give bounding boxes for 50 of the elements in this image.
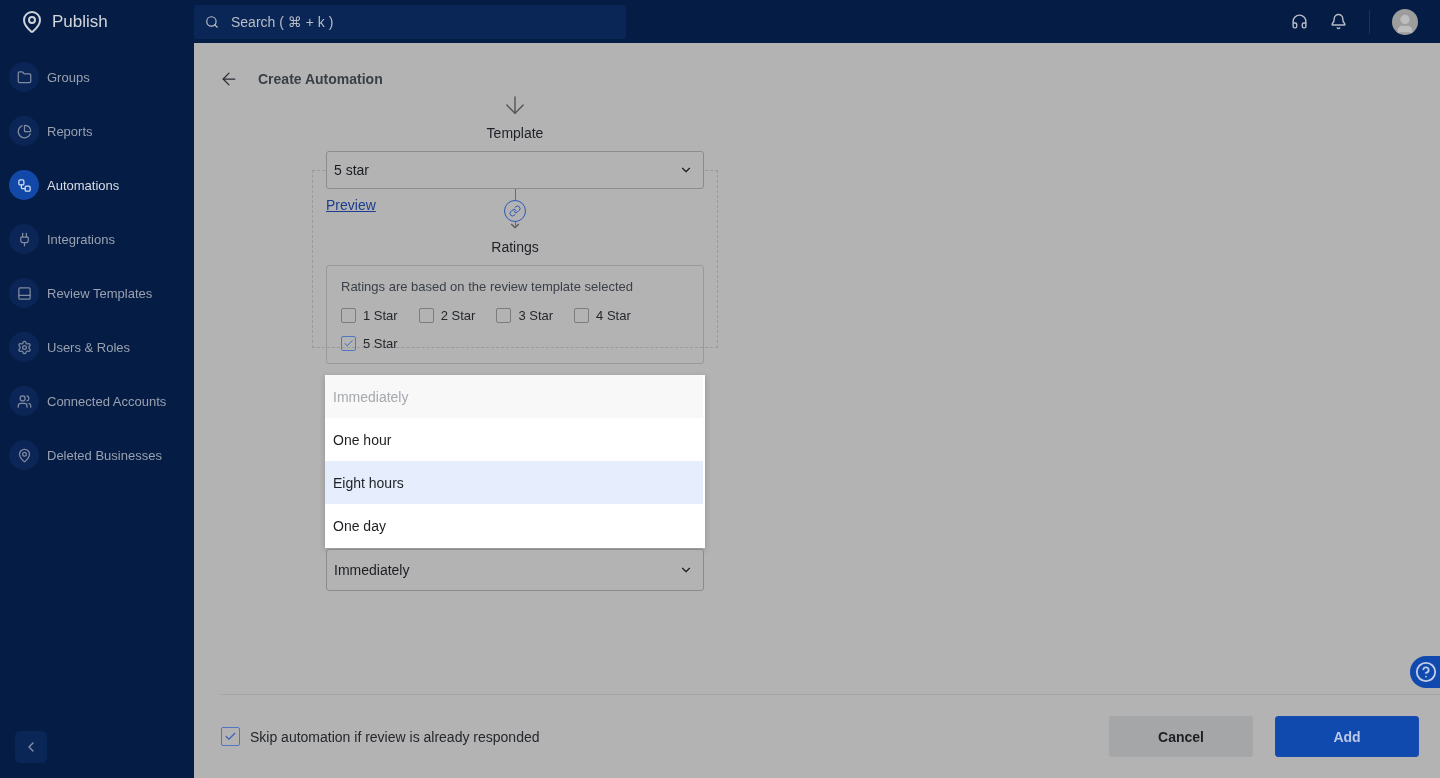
rating-checkbox[interactable]: 1 Star xyxy=(341,308,398,323)
template-select[interactable]: 5 star xyxy=(326,151,704,189)
sidebar-item[interactable]: Review Templates xyxy=(9,278,185,308)
headset-icon[interactable] xyxy=(1291,13,1308,30)
ratings-hint: Ratings are based on the review template selected xyxy=(341,279,634,294)
workflow-icon xyxy=(16,177,32,193)
rating-checkbox[interactable]: 3 Star xyxy=(496,308,554,323)
sidebar-item[interactable]: Groups xyxy=(9,62,185,92)
preview-link[interactable]: Preview xyxy=(326,197,376,213)
sidebar-item[interactable]: Reports xyxy=(9,116,185,146)
check-icon xyxy=(224,730,237,743)
timing-select[interactable]: Immediately xyxy=(326,549,704,591)
sidebar-label: Automations xyxy=(47,177,120,193)
sidebar-label: Users & Roles xyxy=(47,339,131,355)
users-icon xyxy=(16,393,32,409)
page-title: Create Automation xyxy=(258,71,383,87)
sidebar-label: Review Templates xyxy=(47,285,153,301)
sidebar-label: Groups xyxy=(47,69,90,85)
logo-icon xyxy=(20,9,44,34)
panel-icon xyxy=(16,285,32,301)
skip-checkbox[interactable] xyxy=(221,727,240,746)
avatar[interactable] xyxy=(1392,8,1418,35)
rating-checkbox[interactable]: 4 Star xyxy=(574,308,631,323)
sidebar-label: Reports xyxy=(47,123,93,139)
help-button[interactable] xyxy=(1410,656,1440,688)
search-field[interactable]: Search ( ⌘ + k ) xyxy=(194,4,626,39)
map-pin-icon xyxy=(16,447,32,463)
app-name: Publish xyxy=(52,11,108,32)
sidebar-item[interactable]: Users & Roles xyxy=(9,332,185,362)
add-button[interactable]: Add xyxy=(1275,716,1419,757)
cancel-button[interactable]: Cancel xyxy=(1109,716,1253,757)
sidebar-item[interactable]: Connected Accounts xyxy=(9,386,185,416)
sidebar-label: Connected Accounts xyxy=(47,393,167,409)
step-label: Ratings xyxy=(491,239,539,255)
sidebar-item[interactable]: Deleted Businesses xyxy=(9,440,185,470)
folder-icon xyxy=(16,69,32,85)
step-label: Template xyxy=(486,125,544,141)
rating-checkbox[interactable]: 5 Star xyxy=(341,336,398,351)
gear-icon xyxy=(16,339,32,355)
sidebar-item[interactable]: Integrations xyxy=(9,224,185,254)
sidebar-label: Integrations xyxy=(47,231,115,247)
menu-option[interactable]: Eight hours xyxy=(325,461,703,504)
sidebar-label: Deleted Businesses xyxy=(47,447,162,463)
bell-icon[interactable] xyxy=(1330,13,1347,30)
sidebar-item[interactable]: Automations xyxy=(9,170,185,200)
rating-checkbox[interactable]: 2 Star xyxy=(418,308,476,323)
search-icon xyxy=(205,14,219,29)
check-icon xyxy=(343,338,354,349)
pie-chart-icon xyxy=(16,123,32,139)
skip-label: Skip automation if review is already responded xyxy=(250,728,540,745)
